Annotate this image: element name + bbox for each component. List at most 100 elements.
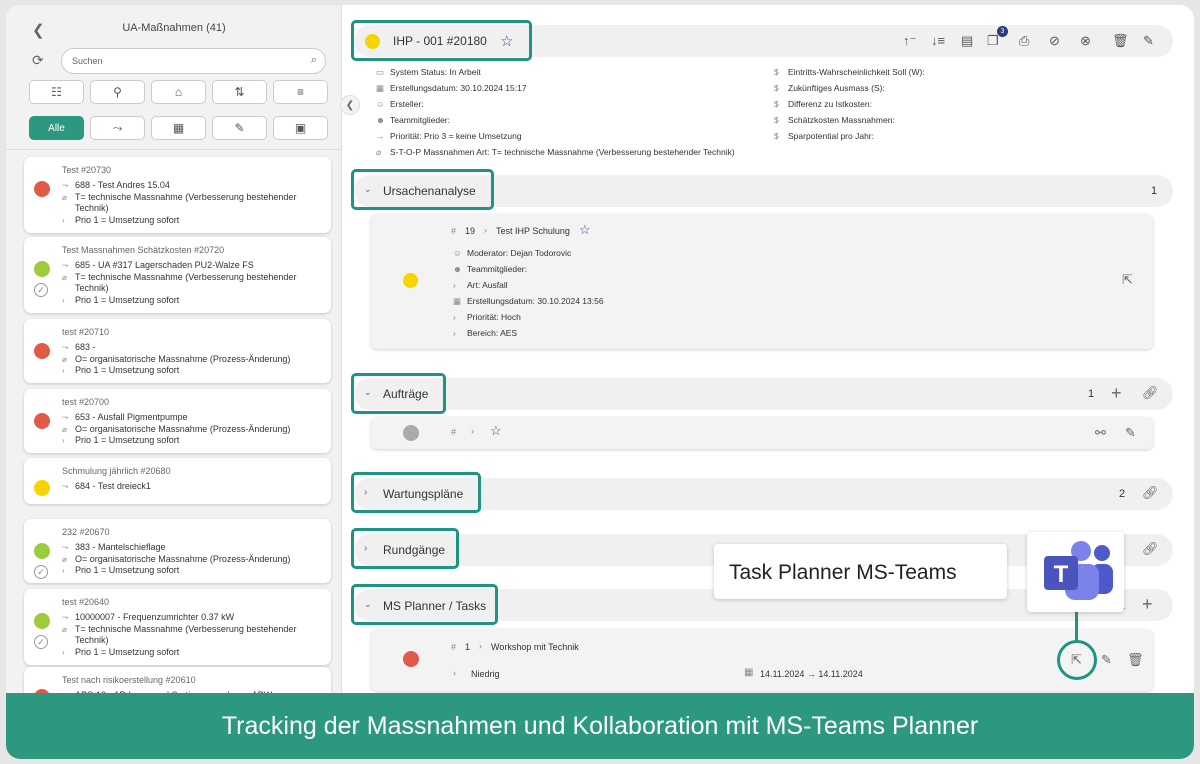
info-text: Differenz zu Istkosten: bbox=[788, 99, 872, 109]
route-icon: ⤳ bbox=[62, 181, 69, 190]
edit-icon[interactable]: ✎ bbox=[1125, 425, 1136, 441]
list-item-line: ⌀ T= technische Massnahme (Verbesserung b… bbox=[62, 272, 296, 282]
user-icon: ☺ bbox=[376, 99, 385, 109]
list-item-text: 383 - Mantelschieflage bbox=[75, 542, 166, 552]
edit-icon[interactable]: ✎ bbox=[1101, 652, 1112, 668]
list-item-title: test #20640 bbox=[62, 597, 110, 607]
measures-list-panel: ❮ UA-Maßnahmen (41) ⟳ Suchen ⌕ ☷ ⚲ ⌂ ⇅ ≡… bbox=[6, 5, 342, 707]
chevron-right-icon: › bbox=[62, 647, 65, 657]
type-filter-button-1[interactable]: ⤳ bbox=[90, 116, 145, 140]
hash-icon: # bbox=[451, 642, 457, 652]
list-item-text: Prio 1 = Umsetzung sofort bbox=[75, 565, 180, 575]
info-line: $ Sparpotential pro Jahr: bbox=[774, 131, 874, 141]
filter-all-button[interactable]: Alle bbox=[29, 116, 84, 140]
star-icon[interactable]: ☆ bbox=[490, 423, 502, 439]
check-circle-icon[interactable]: ✓ bbox=[34, 635, 48, 649]
ursache-card[interactable]: # 19 › Test IHP Schulung ☆ ☺ Moderator: D… bbox=[371, 214, 1153, 349]
link-icon[interactable]: 🔗︎ bbox=[1142, 541, 1159, 557]
info-text: Priorität: Prio 3 = keine Umsetzung bbox=[390, 131, 522, 141]
bookmark-icon[interactable]: ❐ bbox=[987, 33, 999, 49]
task-number: 1 bbox=[465, 642, 471, 652]
toolbox-icon: ▣ bbox=[294, 121, 307, 135]
list-item-text: Technik) bbox=[75, 635, 109, 645]
info-line: ☻ Teammitglieder: bbox=[376, 115, 450, 125]
list-item-line: ⌀ O= organisatorische Massnahme (Prozess-… bbox=[62, 354, 290, 364]
add-icon[interactable]: + bbox=[1142, 594, 1153, 615]
planner-task-card[interactable]: # 1 › Workshop mit Technik › Niedrig ▦ 1… bbox=[371, 629, 1153, 691]
print-icon[interactable]: ⎙ bbox=[1019, 33, 1029, 49]
chevron-right-icon: › bbox=[62, 436, 65, 445]
open-external-icon[interactable]: ⇱ bbox=[1122, 272, 1133, 288]
sort-icon: ⇅ bbox=[234, 85, 245, 99]
people-search-button[interactable]: ⚲ bbox=[90, 80, 145, 104]
section-auftraege-bar[interactable] bbox=[354, 378, 1173, 410]
sort-asc-icon[interactable]: ↑⁻ bbox=[903, 33, 916, 49]
star-icon[interactable]: ☆ bbox=[579, 222, 591, 238]
check-circle-icon[interactable]: ✓ bbox=[34, 565, 48, 579]
type-filter-button-3[interactable]: ✎ bbox=[212, 116, 267, 140]
list-item-text: Prio 1 = Umsetzung sofort bbox=[75, 646, 180, 657]
list-item[interactable]: Schmulung jährlich #20680 ⤳ 684 - Test dre… bbox=[24, 458, 331, 504]
auftrag-card[interactable]: # › ☆ ⚯ ✎ bbox=[371, 417, 1153, 449]
info-line: $ Eintritts-Wahrscheinlichkeit Soll (W): bbox=[774, 67, 925, 77]
list-item-text: T= technische Massnahme (Verbesserung be… bbox=[75, 271, 297, 282]
list-item[interactable]: test #20700 ⤳ 653 - Ausfall Pigmentpumpe ⌀ O… bbox=[24, 389, 331, 453]
list-item-text: T= technische Massnahme (Verbesserung be… bbox=[75, 623, 297, 634]
list-item-line: ⤳ 688 - Test Andres 15.04 bbox=[62, 180, 170, 191]
route-icon: ⤳ bbox=[62, 261, 69, 270]
list-item[interactable]: Test #20730 ⤳ 688 - Test Andres 15.04 ⌀ T= t… bbox=[24, 157, 331, 233]
sort-button[interactable]: ⇅ bbox=[212, 80, 267, 104]
edit-icon[interactable]: ✎ bbox=[1143, 33, 1154, 49]
list-item-line: › Prio 1 = Umsetzung sofort bbox=[62, 435, 179, 445]
list-item[interactable]: Test Massnahmen Schätzkosten #20720 ⤳ 685 … bbox=[24, 237, 331, 313]
check-circle-icon[interactable]: ⊘ bbox=[1049, 33, 1060, 49]
list-item-title: test #20700 bbox=[62, 397, 110, 407]
list-options-button[interactable]: ≡ bbox=[273, 80, 328, 104]
checklist-filter-button[interactable]: ☷ bbox=[29, 80, 84, 104]
tag-filter-button[interactable]: ⌂ bbox=[151, 80, 206, 104]
notification-badge: 3 bbox=[997, 26, 1008, 37]
delete-icon[interactable]: 🗑 bbox=[1112, 33, 1129, 49]
list-item-line: ⌀ O= organisatorische Massnahme (Prozess-… bbox=[62, 554, 290, 564]
chevron-right-icon: › bbox=[62, 366, 65, 375]
add-icon[interactable]: + bbox=[1111, 383, 1122, 404]
chevron-right-icon: › bbox=[62, 566, 65, 575]
divider bbox=[6, 149, 342, 150]
list-item-text: O= organisatorische Massnahme (Prozess-Ä… bbox=[75, 353, 291, 364]
chevron-right-icon: › bbox=[62, 295, 65, 305]
calendar-icon: ▦ bbox=[453, 296, 462, 306]
info-text: Ersteller: bbox=[390, 99, 424, 109]
check-circle-icon[interactable]: ✓ bbox=[34, 283, 48, 297]
list-item-line: ⤳ 684 - Test dreieck1 bbox=[62, 481, 151, 492]
sort-desc-icon[interactable]: ↓≡ bbox=[931, 33, 945, 48]
cancel-circle-icon[interactable]: ⊗ bbox=[1080, 33, 1091, 49]
link-icon[interactable]: 🔗︎ bbox=[1142, 385, 1159, 401]
chevron-right-icon: › bbox=[479, 641, 482, 651]
status-indicator bbox=[34, 343, 50, 359]
collapse-panel-button[interactable]: ❮ bbox=[340, 95, 360, 115]
document-icon[interactable]: ▤ bbox=[961, 33, 973, 49]
status-indicator bbox=[34, 543, 50, 559]
checklist-icon: ☷ bbox=[51, 85, 62, 99]
refresh-icon[interactable]: ⟳ bbox=[32, 52, 44, 69]
link-icon[interactable]: 🔗︎ bbox=[1142, 485, 1159, 501]
list-item[interactable]: test #20710 ⤳ 683 - ⌀ O= organisatorische Ma… bbox=[24, 319, 331, 383]
info-line: $ Differenz zu Istkosten: bbox=[774, 99, 872, 109]
list-item[interactable]: 232 #20670 ⤳ 383 - Mantelschieflage ⌀ O= org… bbox=[24, 519, 331, 583]
chevron-right-icon: › bbox=[471, 426, 474, 436]
type-filter-button-2[interactable]: ▦ bbox=[151, 116, 206, 140]
delete-icon[interactable]: 🗑 bbox=[1127, 652, 1144, 668]
type-filter-button-4[interactable]: ▣ bbox=[273, 116, 328, 140]
chevron-right-icon: › bbox=[453, 668, 456, 678]
search-input[interactable]: Suchen ⌕ bbox=[61, 48, 326, 74]
list-item-text: 688 - Test Andres 15.04 bbox=[75, 180, 170, 190]
list-item-title: test #20710 bbox=[62, 327, 110, 337]
list-item-line: Technik) bbox=[62, 283, 109, 293]
ursache-text: Moderator: Dejan Todorovic bbox=[467, 248, 572, 258]
ursachen-highlight bbox=[351, 169, 494, 210]
list-item[interactable]: test #20640 ⤳ 10000007 - Frequenzumrichter… bbox=[24, 589, 331, 665]
dollar-icon: $ bbox=[774, 83, 779, 93]
unlink-icon[interactable]: ⚯ bbox=[1095, 425, 1106, 441]
list-item-text: Prio 1 = Umsetzung sofort bbox=[75, 294, 180, 305]
list-item-line: ⤳ 653 - Ausfall Pigmentpumpe bbox=[62, 412, 188, 423]
